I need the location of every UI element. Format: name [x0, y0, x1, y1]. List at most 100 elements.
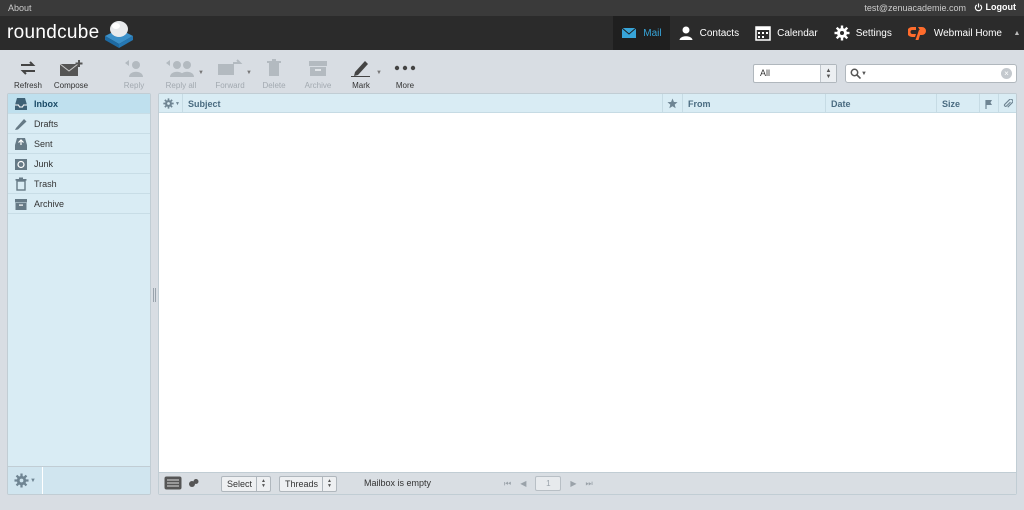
- nav-mail[interactable]: Mail: [613, 16, 670, 50]
- archive-label: Archive: [304, 81, 332, 90]
- column-size-label: Size: [942, 98, 961, 109]
- logo-text: roundcube: [7, 22, 100, 43]
- threads-toggle[interactable]: [188, 478, 200, 490]
- column-date[interactable]: Date: [826, 94, 937, 113]
- refresh-label: Refresh: [13, 81, 42, 90]
- reply-icon: [125, 60, 143, 77]
- message-list-footer: Select ▲ ▼ Threads ▲ ▼ Mailbox is empty ⏮ …: [159, 472, 1016, 494]
- more-label: More: [395, 81, 415, 90]
- list-options-button[interactable]: ▼: [159, 94, 183, 113]
- previous-page-icon[interactable]: ◀: [520, 479, 526, 488]
- search-options-button[interactable]: ▼: [850, 68, 867, 79]
- last-page-icon[interactable]: ⏭: [586, 479, 593, 489]
- flag-icon: [985, 99, 992, 109]
- column-size[interactable]: Size: [937, 94, 980, 113]
- about-link[interactable]: About: [8, 3, 32, 13]
- folder-item-trash[interactable]: Trash: [8, 174, 150, 194]
- column-subject-label: Subject: [188, 98, 221, 109]
- logout-button[interactable]: Logout: [974, 2, 1017, 12]
- reply-label: Reply: [123, 81, 145, 90]
- archive-button[interactable]: Archive: [297, 58, 339, 90]
- nav-webmail-home[interactable]: Webmail Home: [900, 16, 1010, 50]
- mark-dropdown-icon[interactable]: ▼: [376, 70, 382, 76]
- refresh-icon: [20, 61, 36, 75]
- compose-button[interactable]: Compose: [50, 58, 92, 90]
- select-menu[interactable]: Select ▲ ▼: [221, 476, 271, 492]
- junk-icon: [15, 158, 27, 170]
- forward-dropdown-icon[interactable]: ▼: [246, 70, 252, 76]
- first-page-icon[interactable]: ⏮: [504, 479, 511, 489]
- forward-button[interactable]: Forward ▼: [208, 58, 252, 90]
- sent-icon: [15, 137, 27, 150]
- search-input[interactable]: [874, 67, 994, 80]
- folder-item-junk[interactable]: Junk: [8, 154, 150, 174]
- drafts-icon: [15, 118, 27, 130]
- gear-dropdown-icon: ▼: [30, 477, 36, 484]
- more-dots-icon: [394, 65, 416, 71]
- roundcube-logo[interactable]: roundcube: [7, 19, 136, 48]
- list-view-toggle[interactable]: [164, 476, 182, 492]
- reply-button[interactable]: Reply: [113, 58, 155, 90]
- search-box[interactable]: ▼ ×: [845, 64, 1017, 83]
- nav-contacts[interactable]: Contacts: [670, 16, 747, 50]
- search-reset-icon[interactable]: ×: [1001, 68, 1012, 79]
- main-nav: Mail Contacts Calendar Settings Webmail …: [613, 16, 1024, 50]
- page-number-input[interactable]: 1: [535, 476, 562, 491]
- nav-mail-label: Mail: [643, 27, 662, 39]
- calendar-icon: [755, 26, 771, 41]
- nav-calendar[interactable]: Calendar: [747, 16, 826, 50]
- panel-splitter[interactable]: [151, 288, 157, 302]
- folder-actions-button[interactable]: ▼: [14, 473, 36, 488]
- app-header: roundcube Mail Contacts Calendar Setting…: [0, 16, 1024, 50]
- reply-all-label: Reply all: [165, 81, 197, 90]
- folder-label: Junk: [34, 158, 54, 169]
- nav-webmail-home-label: Webmail Home: [933, 27, 1002, 39]
- list-options-dropdown-icon: ▼: [175, 100, 180, 107]
- compose-label: Compose: [53, 81, 89, 90]
- delete-label: Delete: [262, 81, 286, 90]
- trash-icon: [15, 177, 27, 191]
- forward-icon: [218, 59, 243, 75]
- folder-label: Drafts: [34, 118, 59, 129]
- column-subject[interactable]: Subject: [183, 94, 663, 113]
- column-from[interactable]: From: [683, 94, 826, 113]
- nav-collapse-caret-icon[interactable]: ▲: [1010, 16, 1024, 50]
- mail-icon: [621, 27, 637, 38]
- folder-label: Inbox: [34, 98, 58, 109]
- star-icon: [667, 98, 678, 109]
- reply-all-button[interactable]: Reply all ▼: [158, 58, 204, 90]
- folder-label: Archive: [34, 198, 65, 209]
- mailbox-filter-select[interactable]: All ▲ ▼: [753, 64, 837, 83]
- column-attachment[interactable]: [999, 94, 1016, 113]
- pagination: ⏮ ◀ 1 ▶ ⏭: [504, 476, 593, 491]
- trash-icon: [267, 59, 281, 76]
- mark-button[interactable]: Mark ▼: [340, 58, 382, 90]
- roundcube-cube-icon: [104, 21, 133, 48]
- delete-button[interactable]: Delete: [253, 58, 295, 90]
- nav-settings-label: Settings: [855, 27, 892, 39]
- nav-settings[interactable]: Settings: [826, 16, 900, 50]
- column-from-label: From: [688, 98, 711, 109]
- column-date-label: Date: [831, 98, 851, 109]
- forward-label: Forward: [215, 81, 245, 90]
- folder-item-inbox[interactable]: Inbox: [8, 94, 150, 114]
- column-flag-star[interactable]: [663, 94, 683, 113]
- search-dropdown-icon: ▼: [861, 70, 867, 77]
- refresh-button[interactable]: Refresh: [7, 58, 49, 90]
- select-arrows-icon: ▲ ▼: [820, 65, 836, 82]
- next-page-icon[interactable]: ▶: [570, 479, 576, 488]
- reply-all-dropdown-icon[interactable]: ▼: [198, 70, 204, 76]
- select-arrows-icon: ▲ ▼: [256, 477, 270, 491]
- folder-item-drafts[interactable]: Drafts: [8, 114, 150, 134]
- compose-icon: [59, 60, 83, 76]
- reply-all-icon: [166, 60, 194, 77]
- column-flag[interactable]: [980, 94, 999, 113]
- folder-item-sent[interactable]: Sent: [8, 134, 150, 154]
- logout-label: Logout: [985, 2, 1017, 12]
- more-button[interactable]: More: [384, 58, 426, 90]
- footer-divider: [42, 467, 43, 494]
- list-view-icon: [164, 476, 182, 490]
- folder-item-archive[interactable]: Archive: [8, 194, 150, 214]
- username-label: test@zenuacademie.com: [864, 3, 966, 13]
- threads-menu[interactable]: Threads ▲ ▼: [279, 476, 337, 492]
